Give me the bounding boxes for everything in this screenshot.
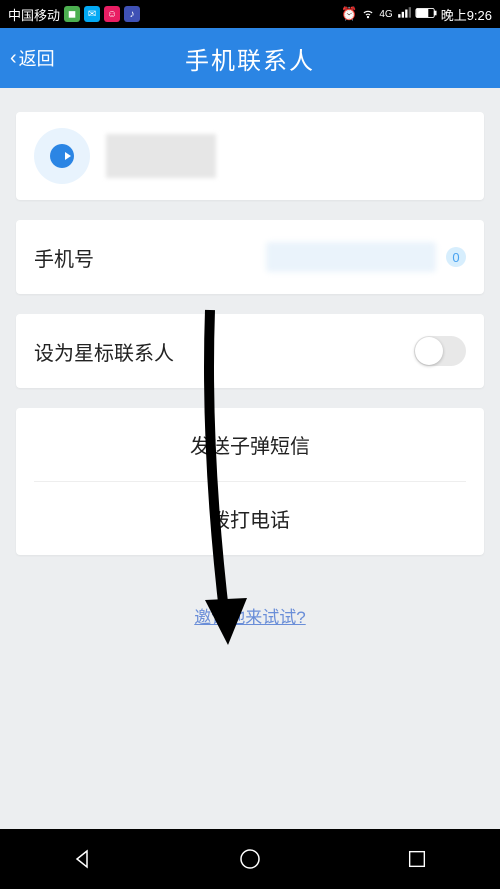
send-sms-button[interactable]: 发送子弹短信	[16, 408, 484, 481]
call-button[interactable]: 拨打电话	[16, 482, 484, 555]
signal-icon	[397, 6, 411, 23]
back-label: 返回	[19, 45, 55, 71]
contact-name-redacted	[106, 134, 216, 178]
system-nav-bar	[0, 829, 500, 889]
time-text: 晚上9:26	[441, 5, 492, 24]
profile-card[interactable]	[16, 112, 484, 200]
invite-link[interactable]: 邀请他来试试?	[16, 603, 484, 628]
nav-recent-button[interactable]	[334, 829, 499, 889]
title-bar: ‹ 返回 手机联系人	[0, 28, 500, 88]
status-bar: 中国移动 ◼ ✉ ☺ ♪ ⏰ 4G 晚上9:26	[0, 0, 500, 28]
avatar-icon	[50, 144, 74, 168]
phone-number-redacted	[266, 242, 436, 272]
actions-card: 发送子弹短信 拨打电话	[16, 408, 484, 555]
alarm-icon: ⏰	[341, 6, 357, 22]
chevron-left-icon: ‹	[10, 47, 17, 70]
phone-card[interactable]: 手机号 0	[16, 220, 484, 294]
star-contact-card: 设为星标联系人	[16, 314, 484, 388]
network-text: 4G	[379, 9, 392, 20]
phone-right: 0	[266, 242, 466, 272]
nav-home-button[interactable]	[167, 829, 332, 889]
avatar	[34, 128, 90, 184]
app-icon-4: ♪	[124, 6, 140, 22]
page-title: 手机联系人	[185, 41, 315, 76]
star-label: 设为星标联系人	[34, 337, 174, 366]
wifi-icon	[361, 6, 375, 23]
app-icon-3: ☺	[104, 6, 120, 22]
status-left: 中国移动 ◼ ✉ ☺ ♪	[8, 5, 337, 24]
status-right: ⏰ 4G 晚上9:26	[341, 5, 492, 24]
app-icon-2: ✉	[84, 6, 100, 22]
battery-icon	[415, 7, 437, 22]
phone-badge: 0	[446, 247, 466, 267]
carrier-text: 中国移动	[8, 5, 60, 24]
nav-back-button[interactable]	[1, 829, 166, 889]
phone-label: 手机号	[34, 243, 94, 272]
app-icon-1: ◼	[64, 6, 80, 22]
back-button[interactable]: ‹ 返回	[0, 45, 65, 71]
star-toggle[interactable]	[414, 336, 466, 366]
content-area: 手机号 0 设为星标联系人 发送子弹短信 拨打电话 邀请他来试试?	[0, 88, 500, 829]
